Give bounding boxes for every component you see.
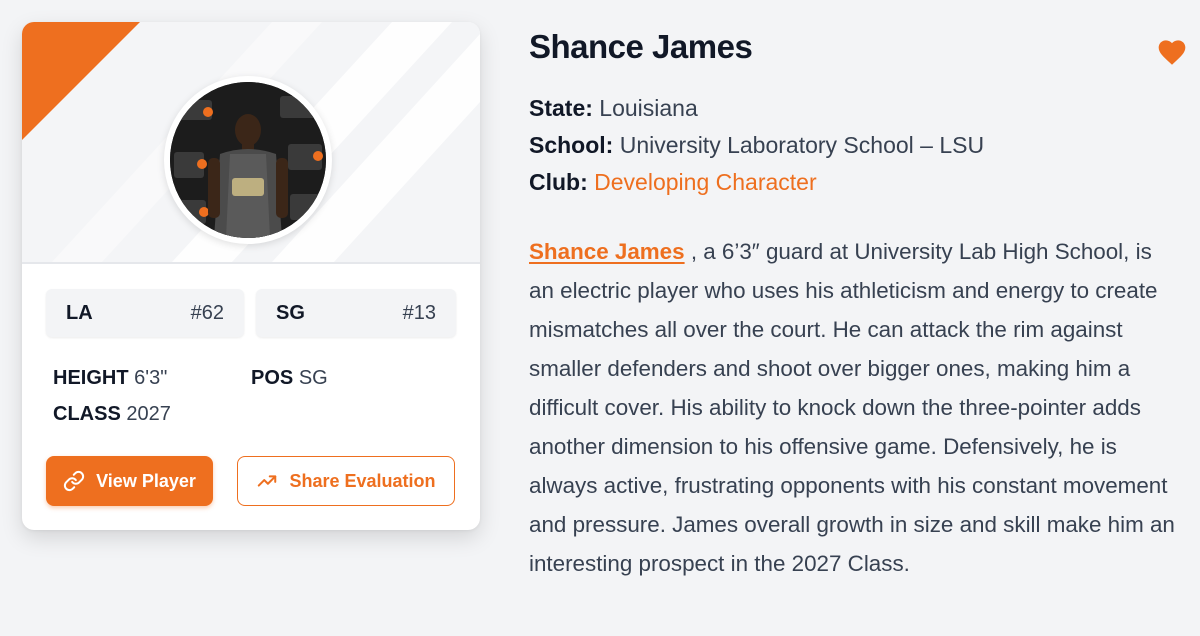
state-rank-label: LA — [66, 301, 93, 324]
class-value: 2027 — [126, 403, 171, 425]
class-stat: CLASS 2027 — [53, 403, 171, 426]
school-value: University Laboratory School – LSU — [619, 132, 985, 158]
bio-player-link[interactable]: Shance James — [529, 239, 685, 264]
player-photo — [170, 82, 326, 238]
banner-divider — [22, 262, 480, 264]
club-link[interactable]: Developing Character — [594, 169, 816, 195]
share-evaluation-button[interactable]: Share Evaluation — [237, 456, 455, 506]
heart-icon — [1158, 40, 1186, 65]
position-label: POS — [251, 367, 294, 389]
height-stat: HEIGHT 6'3" — [53, 367, 167, 390]
favorite-button[interactable] — [1156, 36, 1188, 66]
state-label: State: — [529, 95, 593, 121]
player-bio: Shance James , a 6’3″ guard at Universit… — [529, 232, 1179, 583]
player-name: Shance James — [529, 28, 753, 65]
height-label: HEIGHT — [53, 367, 129, 389]
view-player-button[interactable]: View Player — [46, 456, 213, 506]
bio-text: , a 6’3″ guard at University Lab High Sc… — [529, 239, 1175, 576]
link-icon — [64, 470, 85, 492]
view-player-label: View Player — [96, 470, 196, 491]
class-label: CLASS — [53, 403, 121, 425]
school-label: School: — [529, 132, 614, 158]
school-info: School: University Laboratory School – L… — [529, 132, 984, 159]
position-rank-label: SG — [276, 301, 305, 324]
position-stat: POS SG — [251, 367, 328, 390]
position-rank-box: SG #13 — [256, 289, 456, 337]
state-rank-value: #62 — [190, 301, 224, 324]
state-rank-box: LA #62 — [46, 289, 244, 337]
trending-up-icon — [258, 475, 277, 487]
share-evaluation-label: Share Evaluation — [289, 470, 436, 491]
club-label: Club: — [529, 169, 588, 195]
club-info: Club: Developing Character — [529, 169, 817, 196]
position-value: SG — [298, 367, 328, 389]
state-info: State: Louisiana — [529, 95, 698, 122]
player-card: LA #62 SG #13 HEIGHT 6'3" POS SG CLASS 2… — [22, 22, 480, 530]
position-rank-value: #13 — [402, 301, 436, 324]
state-value: Louisiana — [599, 95, 698, 121]
height-value: 6'3" — [134, 367, 168, 389]
avatar — [164, 76, 332, 244]
